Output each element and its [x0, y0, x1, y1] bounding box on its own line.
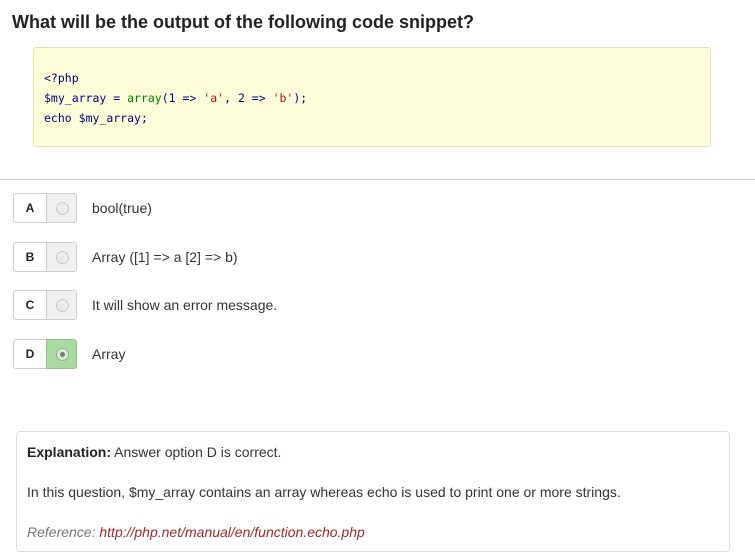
option-text[interactable]: It will show an error message.: [92, 290, 277, 320]
option-radio-box[interactable]: [46, 290, 77, 320]
option-text[interactable]: Array ([1] => a [2] => b): [92, 242, 238, 272]
radio-dot-icon: [60, 352, 65, 357]
reference-label: Reference:: [27, 524, 100, 540]
section-divider: [0, 179, 755, 180]
explanation-body: In this question, $my_array contains an …: [27, 484, 621, 500]
code-arrow-1: =>: [175, 91, 204, 105]
explanation-label: Explanation:: [27, 444, 112, 460]
code-str-1: 'a': [203, 91, 225, 105]
option-c[interactable]: C It will show an error message.: [13, 290, 713, 320]
option-letter[interactable]: D: [13, 339, 46, 369]
code-line-1: <?php: [44, 68, 710, 88]
radio-button[interactable]: [56, 202, 69, 215]
code-var-2: $my_array: [78, 111, 141, 125]
option-radio-box[interactable]: [46, 242, 77, 272]
code-str-2: 'b': [272, 91, 294, 105]
explanation-answer: Answer option D is correct.: [111, 444, 282, 460]
option-a[interactable]: A bool(true): [13, 193, 713, 223]
code-end: ;: [140, 111, 148, 125]
code-num-2: 2: [237, 91, 245, 105]
radio-button-checked[interactable]: [56, 348, 69, 361]
code-eq: =: [106, 91, 128, 105]
code-comma: ,: [224, 91, 238, 105]
radio-button[interactable]: [56, 299, 69, 312]
code-arrow-2: =>: [244, 91, 273, 105]
code-fn: array: [127, 91, 162, 105]
option-text[interactable]: bool(true): [92, 193, 152, 223]
reference-link[interactable]: http://php.net/manual/en/function.echo.p…: [99, 524, 364, 540]
code-open: (: [161, 91, 169, 105]
option-letter[interactable]: A: [13, 193, 46, 223]
option-d[interactable]: D Array: [13, 339, 713, 369]
option-radio-box[interactable]: [46, 193, 77, 223]
explanation-heading: Explanation: Answer option D is correct.: [27, 444, 281, 460]
code-close: );: [293, 91, 308, 105]
option-text[interactable]: Array: [92, 339, 125, 369]
radio-button[interactable]: [56, 251, 69, 264]
option-b[interactable]: B Array ([1] => a [2] => b): [13, 242, 713, 272]
code-line-2: $my_array = array(1 => 'a', 2 => 'b');: [44, 88, 710, 108]
option-letter[interactable]: B: [13, 242, 46, 272]
code-echo: echo: [44, 111, 72, 125]
php-open-tag: <?php: [44, 71, 79, 85]
code-snippet: <?php $my_array = array(1 => 'a', 2 => '…: [33, 47, 711, 147]
explanation-panel: Explanation: Answer option D is correct.…: [16, 431, 730, 552]
option-letter[interactable]: C: [13, 290, 46, 320]
code-var: $my_array: [44, 91, 107, 105]
code-line-3: echo $my_array;: [44, 108, 710, 128]
code-num-1: 1: [168, 91, 176, 105]
option-radio-box-selected[interactable]: [46, 339, 77, 369]
question-title: What will be the output of the following…: [12, 12, 474, 32]
explanation-reference: Reference: http://php.net/manual/en/func…: [27, 524, 365, 540]
